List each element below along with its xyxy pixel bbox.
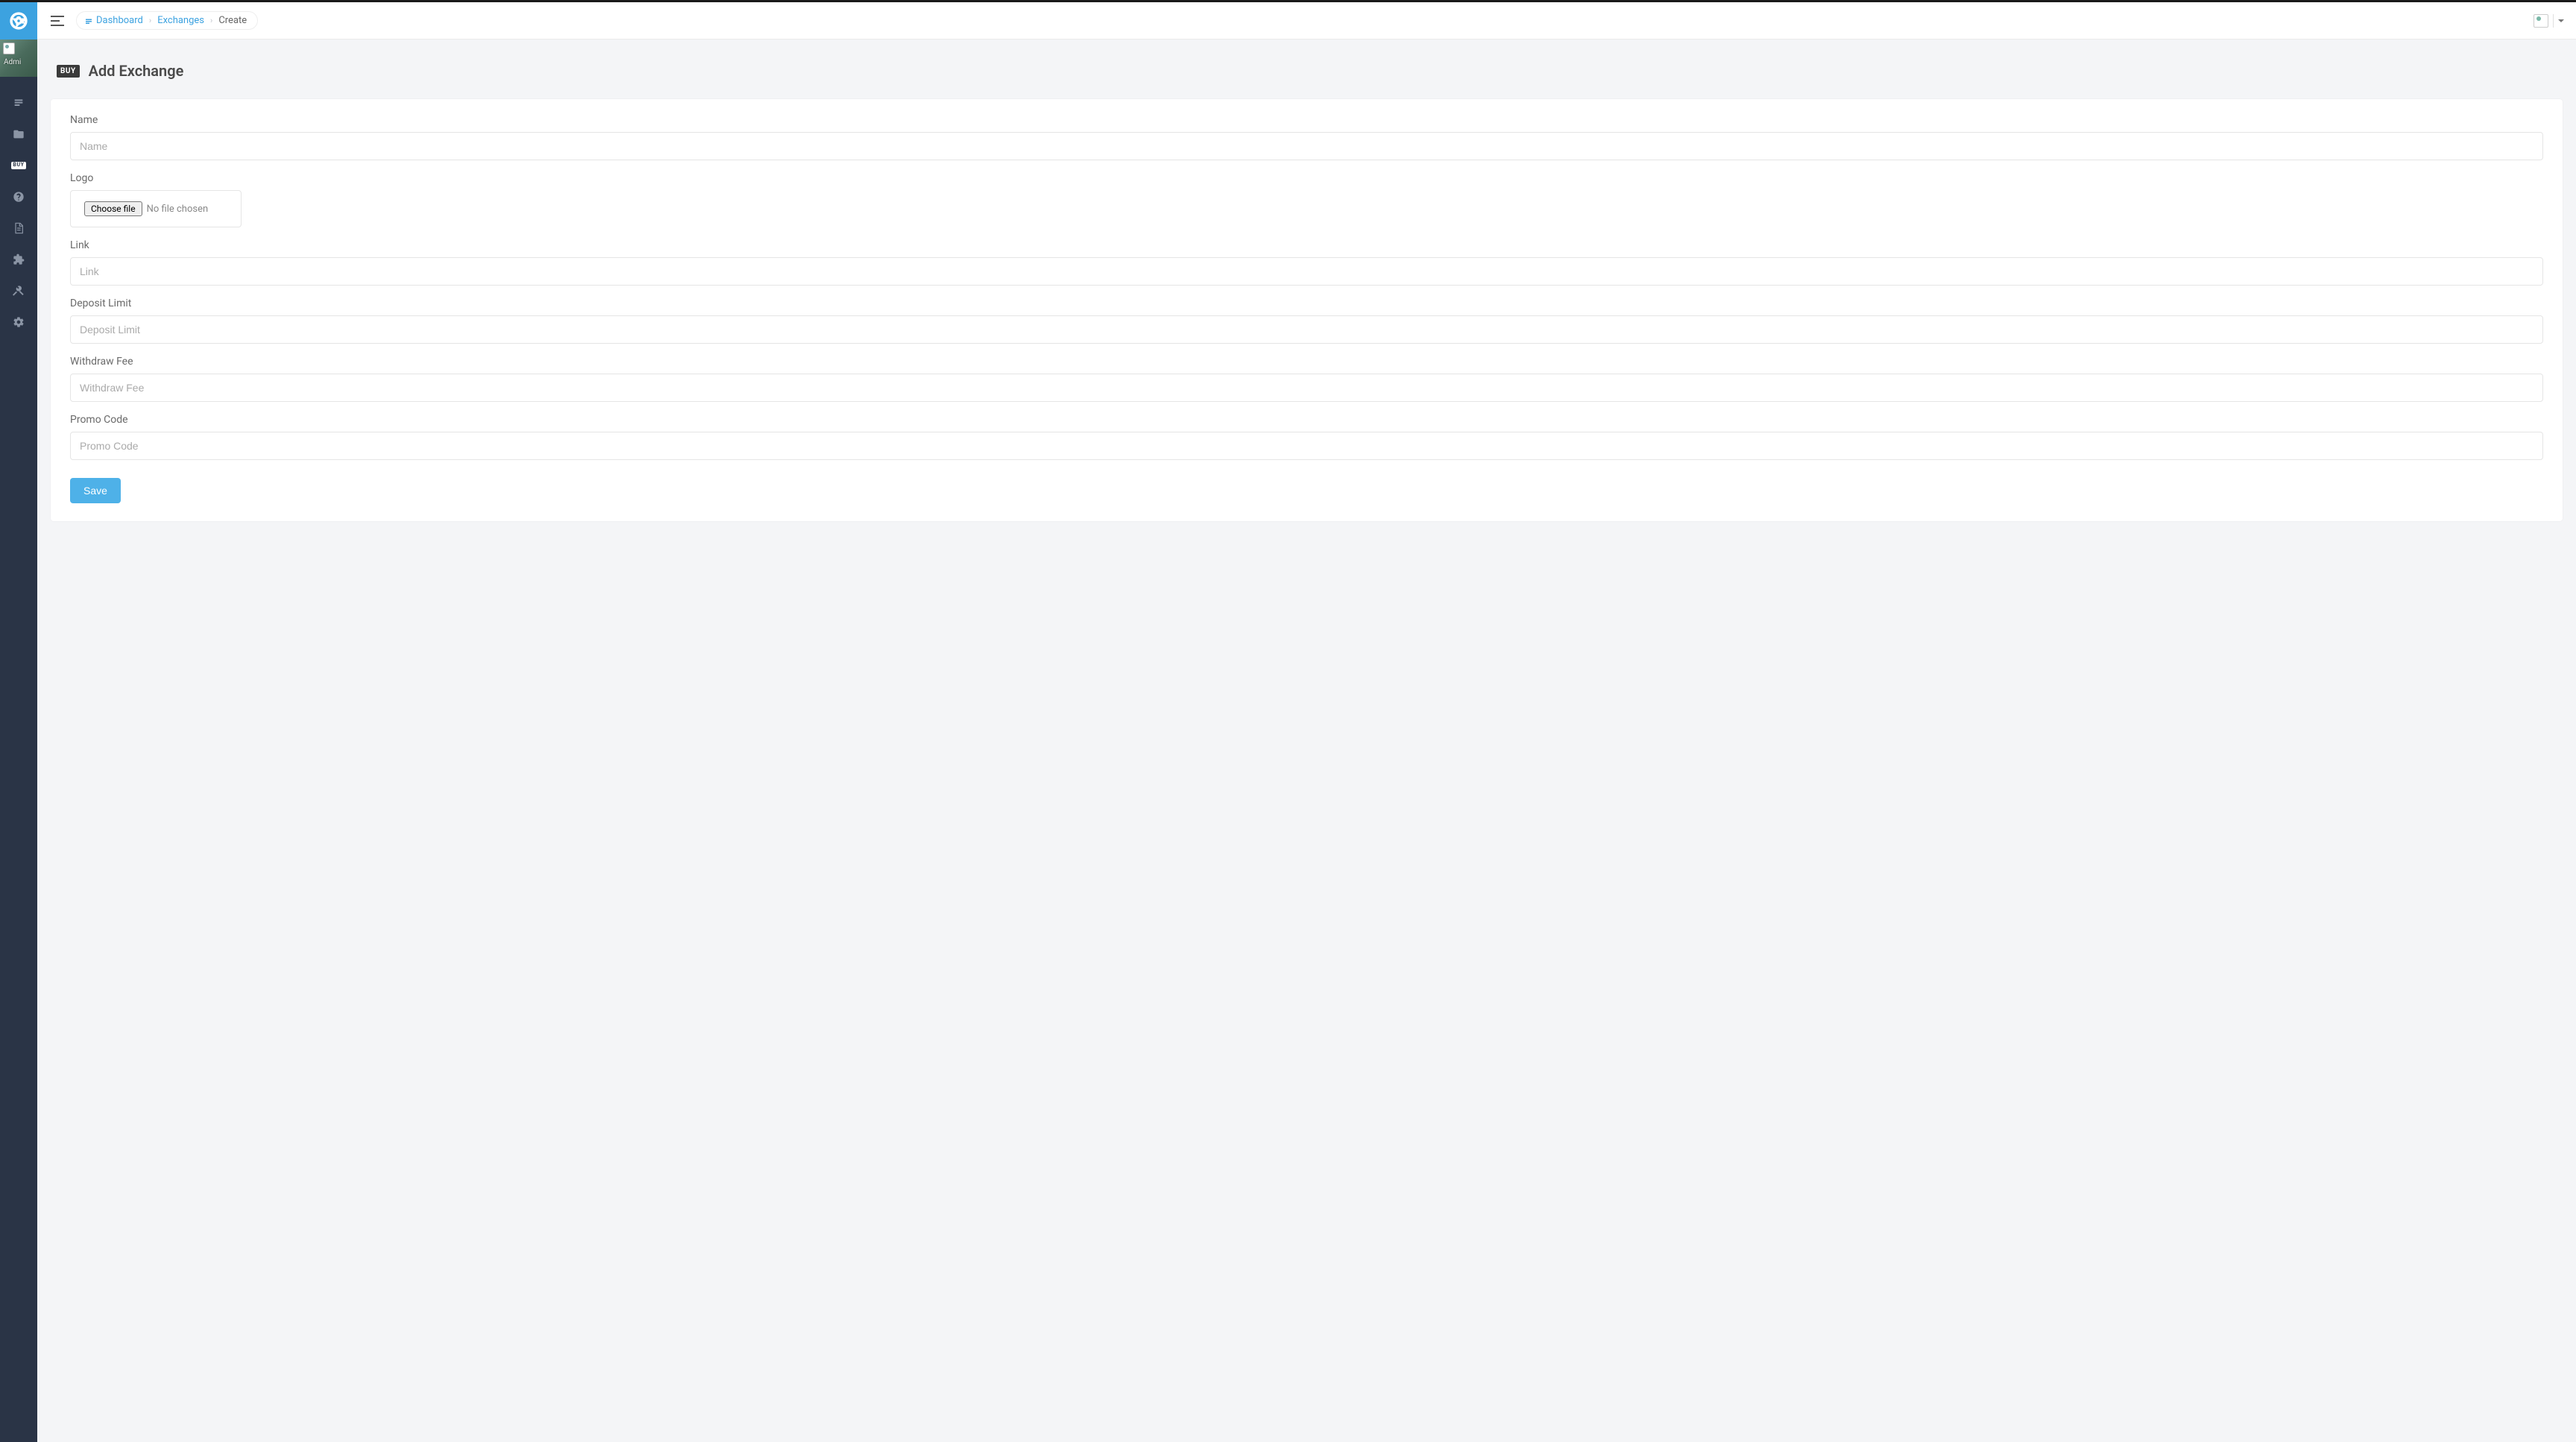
- user-avatar-sidebar[interactable]: Admi: [0, 40, 37, 77]
- sidebar-nav: BUY: [0, 77, 37, 338]
- field-link: Link: [70, 239, 2543, 286]
- file-status: No file chosen: [147, 204, 209, 215]
- field-logo: Logo Choose file No file chosen: [70, 172, 2543, 227]
- label-promo-code: Promo Code: [70, 414, 2543, 426]
- sidebar-item-files[interactable]: [0, 119, 37, 150]
- input-deposit-limit[interactable]: [70, 315, 2543, 344]
- sidebar-item-plugins[interactable]: [0, 244, 37, 275]
- field-name: Name: [70, 114, 2543, 160]
- label-deposit-limit: Deposit Limit: [70, 297, 2543, 309]
- tools-icon: [13, 285, 25, 297]
- page-content: BUY Add Exchange Name Logo Choose file N…: [37, 40, 2576, 1442]
- file-upload-box: Choose file No file chosen: [70, 190, 242, 227]
- chevron-right-icon: ›: [149, 16, 151, 25]
- buy-icon: BUY: [11, 162, 27, 169]
- label-name: Name: [70, 114, 2543, 126]
- sidebar-item-help[interactable]: [0, 181, 37, 212]
- field-withdraw-fee: Withdraw Fee: [70, 356, 2543, 402]
- sidebar-item-docs[interactable]: [0, 212, 37, 244]
- help-icon: [13, 191, 25, 203]
- sidebar-item-buy[interactable]: BUY: [0, 150, 37, 181]
- page-header: BUY Add Exchange: [37, 40, 2576, 99]
- sidebar: Admi BUY: [0, 2, 37, 1442]
- sidebar-item-dashboard[interactable]: [0, 87, 37, 119]
- menu-toggle[interactable]: [46, 10, 69, 32]
- dashboard-icon: [13, 97, 25, 109]
- chevron-down-icon: [2558, 19, 2564, 22]
- wheel-icon: [8, 10, 29, 31]
- folder-icon: [13, 128, 25, 140]
- breadcrumb-current: Create: [218, 15, 247, 26]
- field-deposit-limit: Deposit Limit: [70, 297, 2543, 344]
- user-avatar-icon: [2534, 14, 2548, 28]
- puzzle-icon: [13, 254, 25, 265]
- chevron-right-icon: ›: [210, 16, 212, 25]
- topbar: Dashboard › Exchanges › Create: [37, 2, 2576, 40]
- choose-file-button[interactable]: Choose file: [84, 201, 142, 216]
- main-area: Dashboard › Exchanges › Create BUY Add E…: [37, 2, 2576, 1442]
- document-icon: [13, 222, 25, 234]
- breadcrumb-dashboard[interactable]: Dashboard: [96, 15, 143, 26]
- page-title: Add Exchange: [89, 62, 184, 80]
- page-badge-icon: BUY: [57, 65, 80, 78]
- avatar-label: Admi: [4, 58, 21, 66]
- brand-logo[interactable]: [0, 2, 37, 40]
- home-icon: [84, 16, 93, 25]
- sidebar-item-tools[interactable]: [0, 275, 37, 306]
- label-link: Link: [70, 239, 2543, 251]
- gear-icon: [13, 316, 25, 328]
- form-card: Name Logo Choose file No file chosen Lin…: [51, 99, 2563, 521]
- input-promo-code[interactable]: [70, 432, 2543, 460]
- label-logo: Logo: [70, 172, 2543, 184]
- breadcrumb-exchanges[interactable]: Exchanges: [157, 15, 204, 26]
- input-withdraw-fee[interactable]: [70, 374, 2543, 402]
- breadcrumb: Dashboard › Exchanges › Create: [76, 11, 258, 30]
- sidebar-item-settings[interactable]: [0, 306, 37, 338]
- field-promo-code: Promo Code: [70, 414, 2543, 460]
- divider: [2553, 14, 2554, 28]
- label-withdraw-fee: Withdraw Fee: [70, 356, 2543, 368]
- input-link[interactable]: [70, 257, 2543, 286]
- user-menu[interactable]: [2534, 14, 2564, 28]
- hamburger-icon: [51, 16, 64, 26]
- save-button[interactable]: Save: [70, 478, 121, 503]
- input-name[interactable]: [70, 132, 2543, 160]
